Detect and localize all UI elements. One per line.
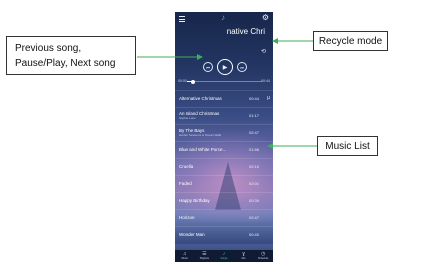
song-row[interactable]: Faded 02:01	[175, 175, 273, 192]
song-row[interactable]: Cruella 02:10	[175, 158, 273, 175]
song-title: Blue and White Porce...	[179, 147, 227, 152]
nav-item-playlists[interactable]: ☰ Playlists	[195, 250, 213, 260]
play-pause-button[interactable]: ▶	[217, 59, 233, 75]
music-note-icon: ♪	[221, 13, 225, 22]
phone-screen: ♪ ⚙ native Chri ⟲ ⏮ ▶ ⏭ 00:00 00:44 Alte…	[175, 12, 273, 262]
song-duration: 00:44	[248, 96, 259, 101]
note-icon: ♪	[222, 251, 226, 257]
recycle-mode-callout: Recycle mode	[313, 31, 388, 51]
nav-item-mic[interactable]: ɣ Mic	[235, 250, 253, 260]
now-playing-indicator: µ	[267, 95, 270, 101]
song-title: Wonder Man	[179, 232, 205, 237]
song-row[interactable]: Alternative Christmas 00:44 µ	[175, 90, 273, 107]
song-duration: 00:39	[248, 198, 259, 203]
seek-bar[interactable]	[187, 79, 262, 84]
song-row[interactable]: By The Bays Harbor Sessions & Ocean Walk 0…	[175, 124, 273, 141]
nav-label: Playlists	[199, 257, 209, 260]
music-list-callout: Music List	[317, 136, 378, 156]
song-title: Faded	[179, 181, 192, 186]
song-duration: 01:17	[248, 113, 259, 118]
seek-handle[interactable]	[191, 79, 195, 84]
repeat-icon[interactable]: ⟲	[261, 49, 266, 55]
nav-item-songs[interactable]: ♪ Songs	[215, 250, 233, 260]
list-icon: ☰	[202, 251, 207, 257]
nav-item-music[interactable]: ♫ Music	[176, 250, 194, 260]
song-title: Happy Birthday	[179, 198, 210, 203]
nav-label: Songs	[220, 257, 228, 260]
nav-item-schedule[interactable]: ◷ Schedule	[254, 250, 272, 260]
song-row[interactable]: Happy Birthday 00:39	[175, 192, 273, 209]
song-artist: Harbor Sessions & Ocean Walk	[179, 133, 222, 137]
song-row[interactable]: Horizon 02:47	[175, 209, 273, 226]
nav-label: Mic	[241, 257, 246, 260]
total-time: 00:44	[261, 79, 270, 83]
song-row[interactable]: Blue and White Porce... 01:56	[175, 141, 273, 158]
bottom-nav: ♫ Music ☰ Playlists ♪ Songs ɣ Mic ◷ Schedule	[175, 250, 273, 262]
clock-icon: ◷	[260, 251, 266, 257]
mic-icon: ɣ	[242, 251, 245, 257]
song-duration: 00:40	[248, 232, 259, 237]
song-title: Cruella	[179, 164, 194, 169]
song-artist: Sophie Lane	[179, 116, 196, 120]
previous-song-button[interactable]: ⏮	[203, 62, 213, 72]
song-duration: 01:56	[248, 147, 259, 152]
gear-icon[interactable]: ⚙	[262, 13, 269, 23]
top-bar: ♪ ⚙	[175, 12, 273, 26]
current-time: 00:00	[178, 79, 187, 83]
next-song-button[interactable]: ⏭	[237, 62, 247, 72]
song-duration: 02:01	[248, 181, 259, 186]
song-duration: 02:10	[248, 164, 259, 169]
song-title: Horizon	[179, 215, 195, 220]
controls-callout: Previous song, Pause/Play, Next song	[6, 36, 136, 75]
song-row[interactable]: Wonder Man 00:40	[175, 226, 273, 243]
nav-label: Schedule	[257, 257, 269, 260]
song-row[interactable]: An Island Christmas Sophie Lane 01:17	[175, 107, 273, 124]
song-duration: 02:47	[248, 215, 259, 220]
music-icon: ♫	[182, 251, 187, 257]
music-list: Alternative Christmas 00:44 µ An Island Chr…	[175, 90, 273, 243]
nav-label: Music	[181, 257, 189, 260]
song-title: Alternative Christmas	[179, 96, 222, 101]
song-duration: 02:47	[248, 130, 259, 135]
now-playing-title: native Chri	[226, 27, 265, 36]
menu-icon[interactable]	[179, 16, 185, 22]
